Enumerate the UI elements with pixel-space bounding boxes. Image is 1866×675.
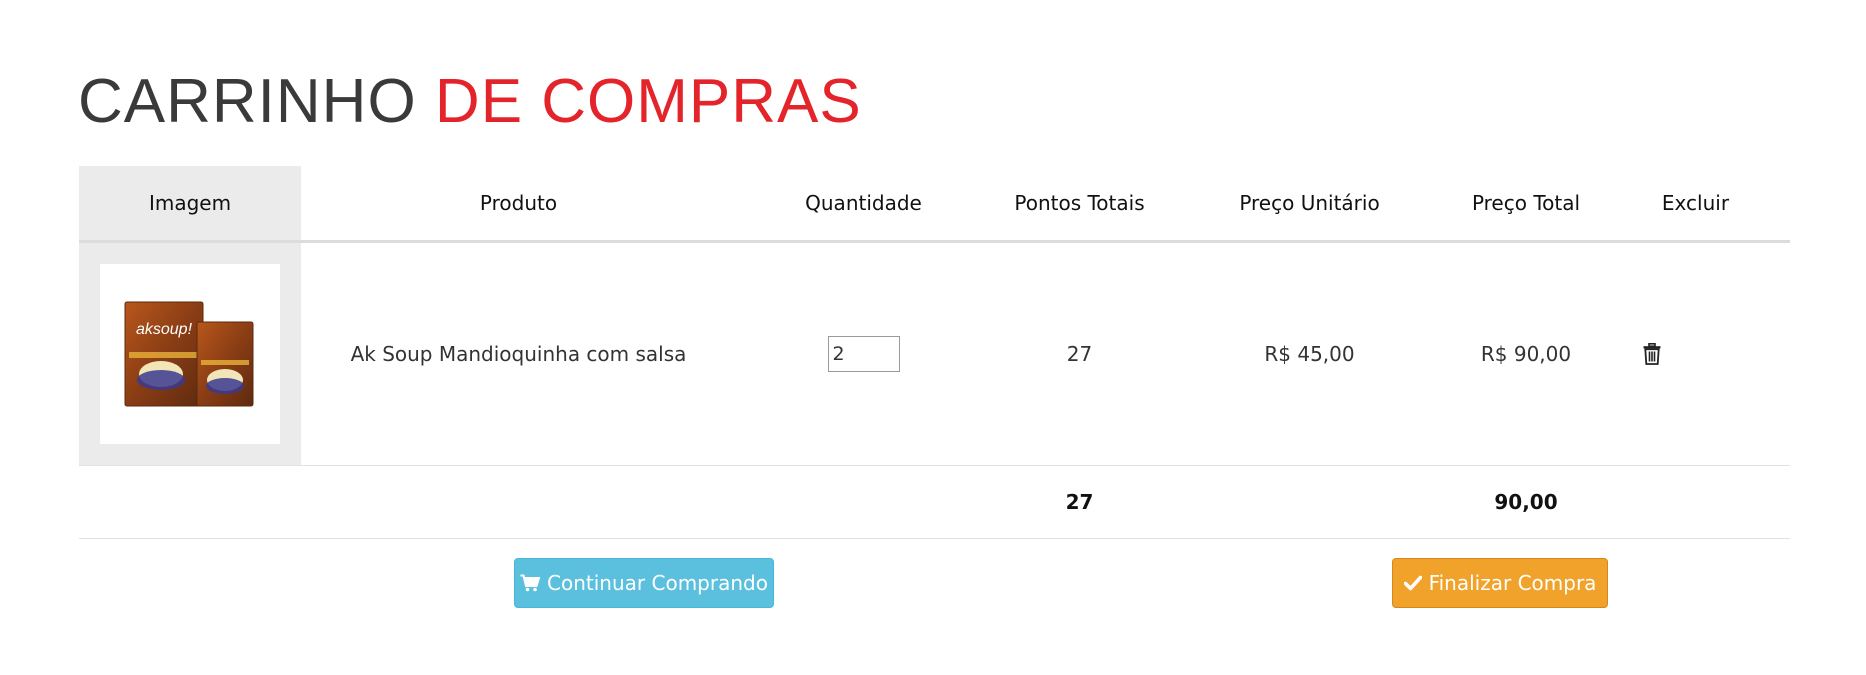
header-points: Pontos Totais bbox=[1014, 191, 1145, 215]
finish-purchase-button[interactable]: Finalizar Compra bbox=[1392, 558, 1608, 608]
continue-shopping-label: Continuar Comprando bbox=[547, 571, 768, 595]
product-package-image: aksoup! bbox=[124, 301, 254, 407]
quantity-input[interactable] bbox=[827, 336, 900, 372]
page-title-part2: DE COMPRAS bbox=[434, 67, 862, 136]
header-total-price: Preço Total bbox=[1471, 191, 1581, 215]
header-unit-price: Preço Unitário bbox=[1239, 191, 1380, 215]
quantity-cell bbox=[736, 243, 991, 465]
totals-row: 27 90,00 bbox=[79, 466, 1790, 539]
total-price: 90,00 bbox=[1494, 490, 1558, 514]
item-total-price: R$ 90,00 bbox=[1480, 342, 1572, 366]
page-title: CARRINHO DE COMPRAS bbox=[78, 62, 862, 142]
product-image-cell: aksoup! bbox=[79, 243, 301, 465]
table-header: Imagem Produto Quantidade Pontos Totais … bbox=[79, 166, 1790, 243]
header-image: Imagem bbox=[79, 166, 301, 240]
cart-table: Imagem Produto Quantidade Pontos Totais … bbox=[79, 166, 1790, 539]
total-points: 27 bbox=[1065, 490, 1094, 514]
product-image[interactable]: aksoup! bbox=[100, 264, 280, 444]
shopping-cart-page: CARRINHO DE COMPRAS Imagem Produto Quant… bbox=[0, 0, 1866, 675]
header-product: Produto bbox=[479, 191, 558, 215]
trash-icon[interactable] bbox=[1643, 343, 1661, 365]
page-title-part1: CARRINHO bbox=[78, 67, 417, 136]
continue-shopping-button[interactable]: Continuar Comprando bbox=[514, 558, 774, 608]
product-name[interactable]: Ak Soup Mandioquinha com salsa bbox=[301, 243, 736, 465]
table-row: aksoup! Ak Soup Mandioquinha com salsa 2… bbox=[79, 243, 1790, 466]
check-icon bbox=[1403, 575, 1422, 591]
delete-cell bbox=[1601, 243, 1790, 465]
item-unit-price: R$ 45,00 bbox=[1264, 342, 1355, 366]
finish-purchase-label: Finalizar Compra bbox=[1428, 571, 1597, 595]
header-delete: Excluir bbox=[1661, 191, 1730, 215]
product-package-brand: aksoup! bbox=[136, 321, 193, 338]
cart-icon bbox=[520, 574, 541, 592]
header-quantity: Quantidade bbox=[805, 191, 922, 215]
item-points: 27 bbox=[1066, 342, 1093, 366]
